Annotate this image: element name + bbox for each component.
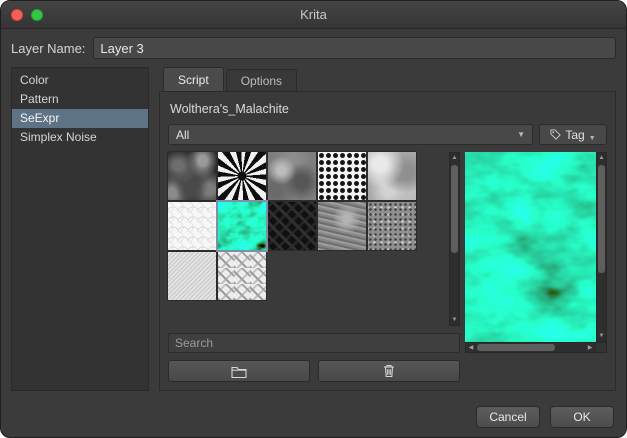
zoom-button[interactable]: [31, 9, 43, 21]
pattern-thumbnail-gray-clouds[interactable]: [368, 152, 416, 200]
preview-horizontal-scrollbar-row: ◀ ▶: [465, 342, 607, 353]
tag-button[interactable]: Tag ▼: [539, 124, 607, 145]
window-title: Krita: [300, 7, 327, 22]
generator-list: Color Pattern SeExpr Simplex Noise: [11, 67, 149, 391]
sidebar-item-pattern[interactable]: Pattern: [12, 90, 148, 109]
pattern-thumbnail-kaleidoscope[interactable]: [218, 152, 266, 200]
filter-row: All ▼ Tag ▼: [168, 124, 607, 145]
search-input[interactable]: [175, 336, 453, 350]
scrollbar-corner: [596, 342, 607, 353]
pattern-thumbnail-fine-diagonal[interactable]: [168, 252, 216, 300]
pattern-preview-image: [465, 152, 596, 342]
tag-filter-value: All: [176, 128, 189, 142]
close-button[interactable]: [11, 9, 23, 21]
preview-vertical-scrollbar[interactable]: ▲ ▼: [596, 152, 607, 342]
pattern-search-field[interactable]: [168, 333, 460, 353]
pattern-thumbnail-speckle-noise[interactable]: [368, 202, 416, 250]
pattern-thumbnail-herringbone[interactable]: [218, 252, 266, 300]
folder-icon: [231, 365, 247, 378]
tag-filter-dropdown[interactable]: All ▼: [168, 124, 533, 145]
scroll-track[interactable]: [450, 163, 459, 315]
pattern-preview-area: ▲ ▼: [465, 152, 607, 342]
sidebar-item-simplex-noise[interactable]: Simplex Noise: [12, 128, 148, 147]
pattern-thumbnail-rough-gray[interactable]: [318, 202, 366, 250]
tab-script[interactable]: Script: [163, 67, 224, 91]
pattern-grid: [168, 152, 449, 326]
pattern-thumbnail-dark-marble[interactable]: [168, 152, 216, 200]
delete-resource-button[interactable]: [318, 360, 460, 382]
sidebar-item-color[interactable]: Color: [12, 71, 148, 90]
ok-button[interactable]: OK: [550, 406, 614, 428]
pattern-grid-vertical-scrollbar[interactable]: ▲ ▼: [449, 152, 460, 326]
pattern-thumbnail-halftone-dots[interactable]: [318, 152, 366, 200]
scroll-handle[interactable]: [451, 165, 458, 253]
pattern-chooser: ▲ ▼: [168, 152, 607, 382]
layer-name-input[interactable]: [93, 37, 616, 59]
selected-pattern-name: Wolthera's_Malachite: [170, 102, 605, 116]
script-tab-content: Wolthera's_Malachite All ▼ Tag ▼: [159, 91, 616, 391]
tag-icon: [550, 129, 561, 140]
malachite-thumbnail-image: [218, 202, 266, 250]
pattern-list-column: ▲ ▼: [168, 152, 460, 382]
scroll-up-arrow-icon[interactable]: ▲: [597, 153, 606, 163]
sidebar-item-seexpr[interactable]: SeExpr: [12, 109, 148, 128]
preview-horizontal-scrollbar[interactable]: ◀ ▶: [465, 342, 596, 353]
pattern-actions-row: [168, 360, 460, 382]
scroll-track[interactable]: [597, 163, 606, 331]
tab-bar: Script Options: [159, 67, 616, 91]
scroll-handle[interactable]: [477, 344, 555, 351]
scroll-right-arrow-icon[interactable]: ▶: [585, 343, 595, 352]
krita-dialog: Krita Layer Name: Color Pattern SeExpr S…: [0, 0, 627, 438]
import-resource-button[interactable]: [168, 360, 310, 382]
pattern-thumbnail-gray-grunge[interactable]: [268, 152, 316, 200]
tag-menu-caret-icon: ▼: [589, 135, 596, 142]
scroll-up-arrow-icon[interactable]: ▲: [450, 153, 459, 163]
pattern-preview-column: ▲ ▼ ◀: [465, 152, 607, 353]
tab-options[interactable]: Options: [226, 69, 297, 91]
scroll-handle[interactable]: [598, 165, 605, 273]
layer-name-row: Layer Name:: [1, 29, 626, 67]
dialog-footer: Cancel OK: [1, 397, 626, 437]
titlebar[interactable]: Krita: [1, 1, 626, 29]
pattern-thumbnail-malachite[interactable]: [218, 202, 266, 250]
seexpr-panel: Script Options Wolthera's_Malachite All …: [159, 67, 616, 391]
window-controls: [11, 1, 43, 28]
trash-icon: [383, 364, 395, 378]
cancel-button[interactable]: Cancel: [476, 406, 540, 428]
layer-name-label: Layer Name:: [11, 41, 85, 56]
scroll-track[interactable]: [476, 343, 585, 352]
scroll-down-arrow-icon[interactable]: ▼: [450, 315, 459, 325]
pattern-thumbnail-dark-weave[interactable]: [268, 202, 316, 250]
pattern-grid-area: ▲ ▼: [168, 152, 460, 326]
tag-button-label: Tag: [565, 128, 584, 142]
main-area: Color Pattern SeExpr Simplex Noise Scrip…: [1, 67, 626, 397]
pattern-thumbnail-light-scales[interactable]: [168, 202, 216, 250]
scroll-down-arrow-icon[interactable]: ▼: [597, 331, 606, 341]
chevron-down-icon: ▼: [517, 131, 525, 139]
scroll-left-arrow-icon[interactable]: ◀: [466, 343, 476, 352]
